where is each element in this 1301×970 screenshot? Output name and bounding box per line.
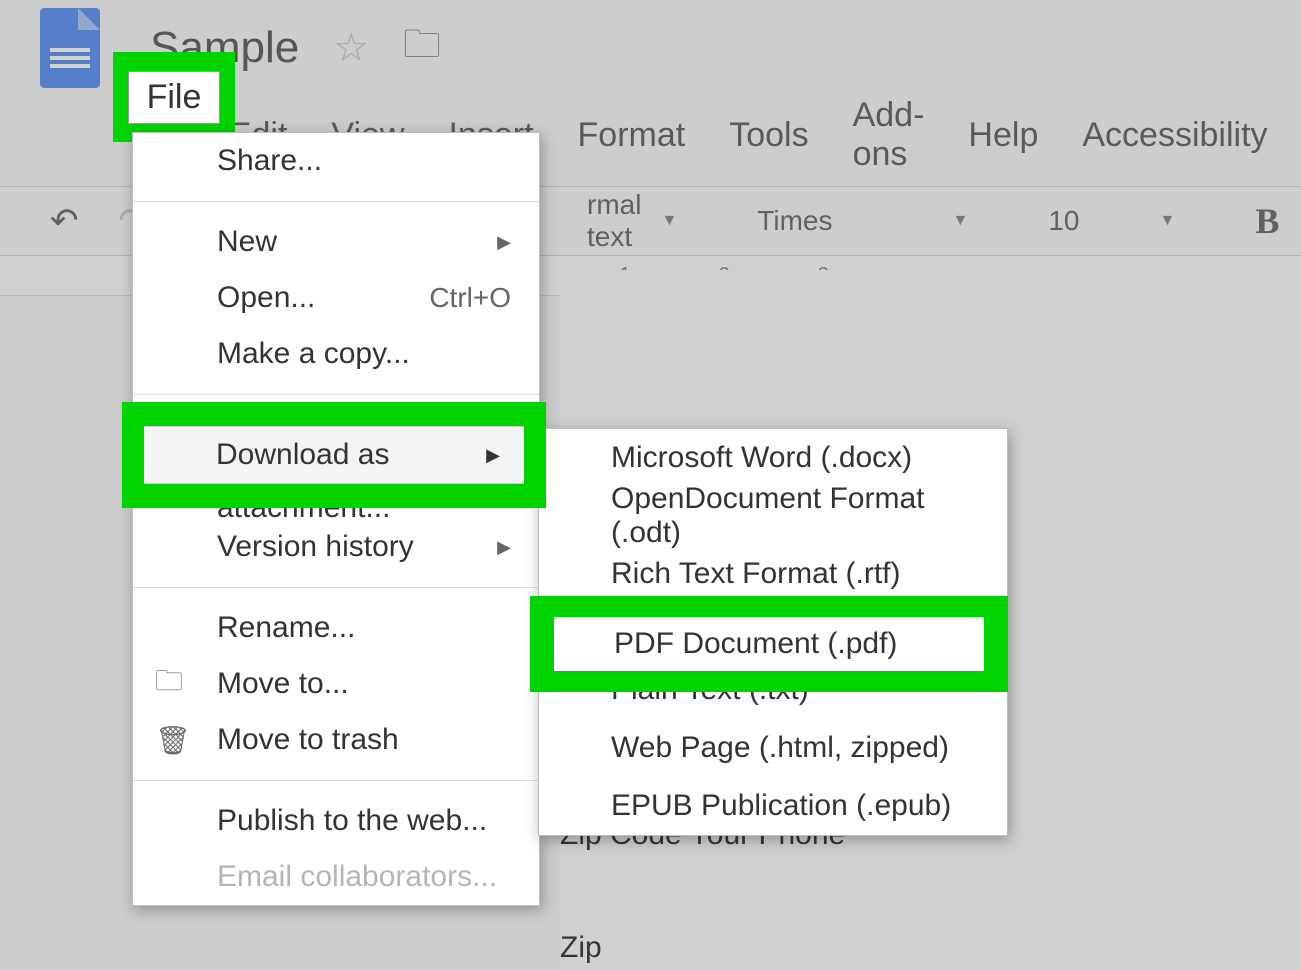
submenu-arrow-icon: ▶ bbox=[497, 537, 511, 558]
divider bbox=[133, 780, 539, 781]
menu-item-move-to-trash[interactable]: 🗑Move to trash bbox=[133, 712, 539, 768]
menu-item-open[interactable]: Open...Ctrl+O bbox=[133, 270, 539, 326]
size-dropdown[interactable]: 10 ▼ bbox=[1048, 205, 1175, 237]
size-label: 10 bbox=[1048, 205, 1079, 237]
menu-item-download-as[interactable]: Download as ▶ bbox=[144, 426, 524, 484]
divider bbox=[133, 587, 539, 588]
menu-item-move-to[interactable]: 🗀Move to... bbox=[133, 656, 539, 712]
shortcut: Ctrl+O bbox=[429, 282, 511, 314]
download-as-highlight: Download as ▶ bbox=[122, 402, 546, 508]
docs-logo-icon[interactable] bbox=[40, 8, 100, 88]
body-blank bbox=[560, 871, 1301, 911]
menu-tools[interactable]: Tools bbox=[729, 116, 808, 155]
file-menu: Share... New▶ Open...Ctrl+O Make a copy.… bbox=[132, 132, 540, 906]
submenu-item-odt[interactable]: OpenDocument Format (.odt) bbox=[539, 487, 1007, 545]
star-icon[interactable]: ☆ bbox=[333, 25, 369, 71]
menu-item-email-collab: Email collaborators... bbox=[133, 849, 539, 905]
submenu-item-pdf[interactable]: PDF Document (.pdf) bbox=[554, 617, 984, 671]
style-dropdown[interactable]: rmal text ▼ bbox=[587, 189, 677, 253]
divider bbox=[133, 394, 539, 395]
chevron-down-icon: ▼ bbox=[952, 212, 968, 230]
menu-addons[interactable]: Add-ons bbox=[853, 96, 925, 174]
menu-file-open[interactable]: File bbox=[128, 71, 221, 124]
submenu-item-epub[interactable]: EPUB Publication (.epub) bbox=[539, 777, 1007, 835]
undo-icon[interactable]: ↶ bbox=[50, 201, 79, 241]
divider bbox=[133, 201, 539, 202]
menu-format[interactable]: Format bbox=[578, 116, 686, 155]
font-dropdown[interactable]: Times ▼ bbox=[757, 205, 968, 237]
trash-icon: 🗑 bbox=[155, 724, 191, 757]
app-window: Sample ☆ 🗀 File Edit View Insert Format … bbox=[0, 0, 1301, 970]
font-label: Times bbox=[757, 205, 832, 237]
menu-accessibility[interactable]: Accessibility bbox=[1082, 116, 1267, 155]
menu-item-new[interactable]: New▶ bbox=[133, 214, 539, 270]
body-line: Zip bbox=[560, 919, 1301, 970]
submenu-arrow-icon: ▶ bbox=[497, 232, 511, 253]
submenu-item-docx[interactable]: Microsoft Word (.docx) bbox=[539, 429, 1007, 487]
menu-help[interactable]: Help bbox=[968, 116, 1038, 155]
bold-button[interactable]: B bbox=[1255, 200, 1279, 242]
folder-icon[interactable]: 🗀 bbox=[403, 16, 441, 81]
submenu-item-html[interactable]: Web Page (.html, zipped) bbox=[539, 719, 1007, 777]
menu-item-rename[interactable]: Rename... bbox=[133, 600, 539, 656]
chevron-down-icon: ▼ bbox=[661, 212, 677, 230]
menu-item-make-copy[interactable]: Make a copy... bbox=[133, 326, 539, 382]
chevron-down-icon: ▼ bbox=[1159, 212, 1175, 230]
pdf-highlight: PDF Document (.pdf) bbox=[530, 596, 1008, 692]
menu-item-publish[interactable]: Publish to the web... bbox=[133, 793, 539, 849]
folder-icon: 🗀 bbox=[155, 660, 183, 708]
submenu-item-rtf[interactable]: Rich Text Format (.rtf) bbox=[539, 545, 1007, 603]
menu-item-version-history[interactable]: Version history▶ bbox=[133, 519, 539, 575]
submenu-arrow-icon: ▶ bbox=[486, 445, 500, 466]
style-label: rmal text bbox=[587, 189, 641, 253]
file-highlight: File bbox=[113, 52, 235, 142]
menu-item-share[interactable]: Share... bbox=[133, 133, 539, 189]
